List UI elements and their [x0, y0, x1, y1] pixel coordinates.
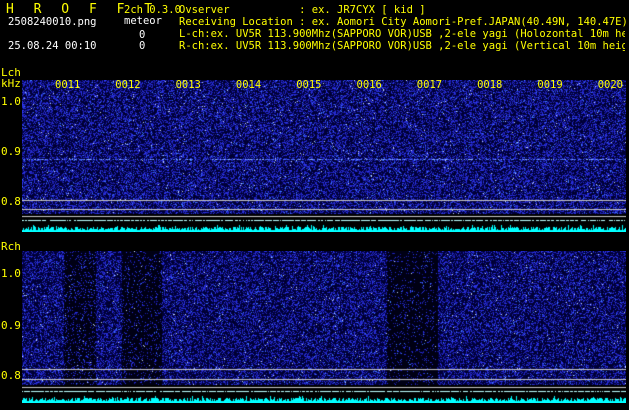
- meteor-label: meteor: [124, 15, 162, 27]
- rch-ytick-2: 0.9: [1, 319, 21, 332]
- time-tick-0017: 0017: [416, 79, 443, 91]
- lch-ytick-2: 0.9: [1, 145, 21, 158]
- lch-ytick-1: 1.0: [1, 95, 21, 108]
- time-tick-0019: 0019: [537, 79, 563, 91]
- meteor-count-r: 0: [139, 40, 146, 52]
- time-tick-0018: 0018: [477, 79, 503, 91]
- rch-spectrogram: [22, 251, 626, 403]
- time-tick-0011: 0011: [55, 79, 81, 91]
- time-tick-0012: 0012: [115, 79, 141, 91]
- lch-ytick-3: 0.8: [1, 195, 21, 208]
- time-tick-0014: 0014: [235, 79, 262, 91]
- meteor-count-l: 0: [139, 29, 146, 41]
- rch-ytick-3: 0.8: [1, 369, 21, 382]
- time-tick-0016: 0016: [356, 79, 382, 91]
- time-tick-0015: 0015: [296, 79, 322, 91]
- rch-config-line: R-ch:ex. UV5R 113.900Mhz(SAPPORO VOR)USB…: [179, 41, 625, 52]
- lch-spectrogram: [22, 80, 626, 232]
- time-tick-0013: 0013: [175, 79, 201, 91]
- rch-ytick-1: 1.0: [1, 267, 21, 280]
- timestamp: 25.08.24 00:10: [8, 40, 97, 52]
- filename: 2508240010.png: [8, 16, 97, 28]
- rch-label: Rch: [1, 240, 21, 253]
- channel-mode: 2ch 0.3.0: [124, 4, 181, 16]
- time-tick-0020: 0020: [597, 79, 623, 91]
- lch-config-line: L-ch:ex. UV5R 113.900Mhz(SAPPORO VOR)USB…: [179, 29, 625, 40]
- location-line: Receiving Location : ex. Aomori City Aom…: [179, 16, 628, 28]
- lch-unit: kHz: [1, 77, 21, 90]
- observer-line: Ovserver : ex. JR7CYX [ kid ]: [179, 4, 426, 16]
